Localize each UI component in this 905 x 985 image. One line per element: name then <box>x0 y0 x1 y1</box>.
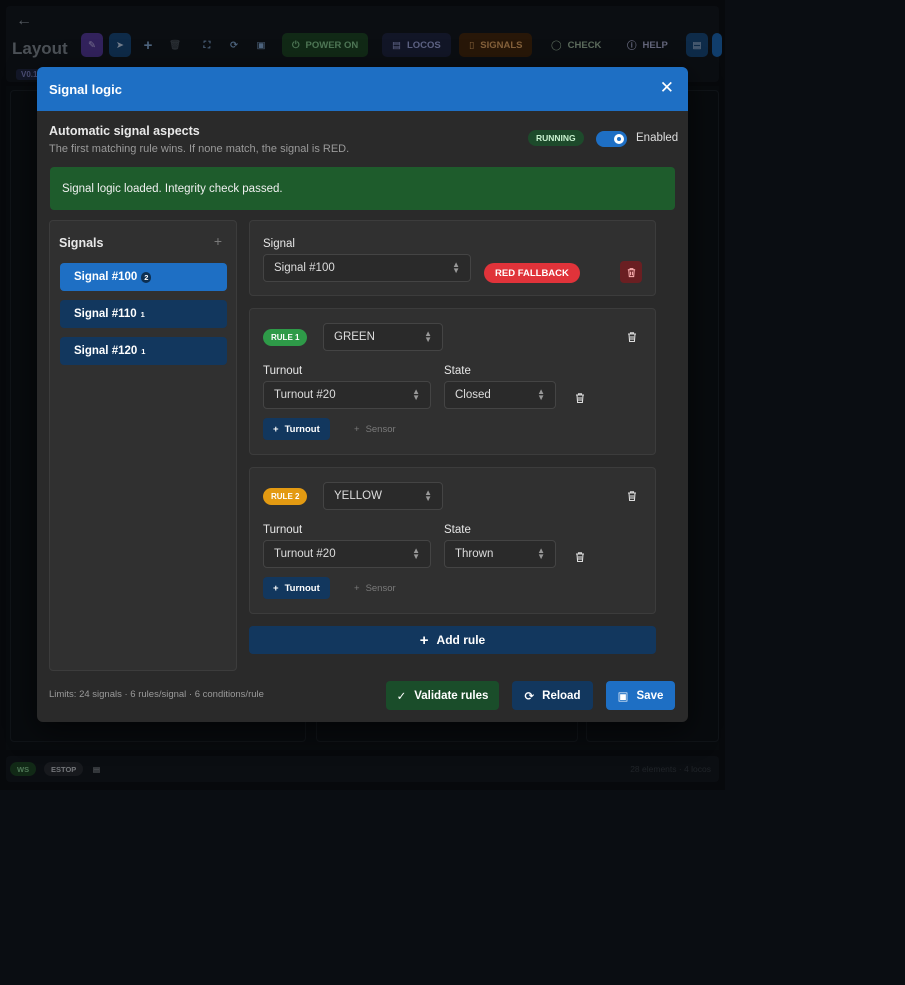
chevron-updown-icon: ▲ ▼ <box>424 329 432 344</box>
trash-icon <box>627 267 635 277</box>
state-select[interactable]: Closed ▲ ▼ <box>444 381 556 409</box>
dialog-title: Signal logic <box>49 81 122 97</box>
rule-count-badge: 2 <box>141 271 152 283</box>
rule-card-1: RULE 1 GREEN ▲ ▼ Turnout State Turnout #2… <box>249 308 656 455</box>
plus-icon: + <box>419 631 429 649</box>
chevron-updown-icon: ▲ ▼ <box>412 387 420 402</box>
close-icon[interactable]: ✕ <box>660 79 674 96</box>
running-badge: RUNNING <box>528 130 584 146</box>
rule-count-badge: 1 <box>140 309 145 319</box>
add-turnout-button[interactable]: + Turnout <box>263 418 330 440</box>
turnout-label: Turnout <box>263 524 303 536</box>
success-alert: Signal logic loaded. Integrity check pas… <box>50 167 675 210</box>
plus-icon: + <box>273 582 279 594</box>
turnout-label: Turnout <box>263 365 303 377</box>
enabled-label: Enabled <box>636 132 679 144</box>
turnout-select[interactable]: Turnout #20 ▲ ▼ <box>263 381 431 409</box>
add-signal-icon[interactable]: + <box>214 233 222 249</box>
state-select[interactable]: Thrown ▲ ▼ <box>444 540 556 568</box>
plus-icon: + <box>354 423 360 435</box>
delete-condition-icon[interactable] <box>574 551 586 563</box>
chevron-updown-icon: ▲ ▼ <box>452 260 460 275</box>
save-icon: ▣ <box>617 690 629 703</box>
delete-rule-icon[interactable] <box>626 490 638 502</box>
enabled-toggle[interactable] <box>596 131 627 147</box>
chevron-updown-icon: ▲ ▼ <box>537 387 545 402</box>
chevron-updown-icon: ▲ ▼ <box>412 546 420 561</box>
section-description: The first matching rule wins. If none ma… <box>49 143 350 155</box>
validate-rules-button[interactable]: ✓ Validate rules <box>386 681 499 710</box>
save-button[interactable]: ▣ Save <box>606 681 675 710</box>
rule-card-2: RULE 2 YELLOW ▲ ▼ Turnout State Turnout #… <box>249 467 656 614</box>
plus-icon: + <box>354 582 360 594</box>
add-turnout-button[interactable]: + Turnout <box>263 577 330 599</box>
add-rule-button[interactable]: + Add rule <box>249 626 656 654</box>
aspect-select[interactable]: GREEN ▲ ▼ <box>323 323 443 351</box>
delete-condition-icon[interactable] <box>574 392 586 404</box>
signal-item-120[interactable]: Signal #120 1 <box>60 337 227 365</box>
plus-icon: + <box>273 423 279 435</box>
signal-item-100[interactable]: Signal #100 2 <box>60 263 227 291</box>
signals-list-panel: Signals + Signal #100 2 Signal #110 1 Sign… <box>49 220 237 671</box>
red-fallback-badge: RED FALLBACK <box>484 263 580 283</box>
delete-signal-button[interactable] <box>620 261 642 283</box>
rule-badge: RULE 1 <box>263 329 308 346</box>
chevron-updown-icon: ▲ ▼ <box>424 488 432 503</box>
dialog-header: Signal logic ✕ <box>37 67 688 111</box>
signal-label: Signal <box>263 238 295 250</box>
signal-item-110[interactable]: Signal #110 1 <box>60 300 227 328</box>
add-sensor-button[interactable]: + Sensor <box>344 418 406 440</box>
limits-text: Limits: 24 signals · 6 rules/signal · 6 … <box>49 689 264 700</box>
turnout-select[interactable]: Turnout #20 ▲ ▼ <box>263 540 431 568</box>
signal-logic-dialog: Signal logic ✕ Automatic signal aspects … <box>37 67 688 722</box>
rule-count-badge: 1 <box>141 346 146 356</box>
chevron-updown-icon: ▲ ▼ <box>537 546 545 561</box>
rule-badge: RULE 2 <box>263 488 308 505</box>
aspect-select[interactable]: YELLOW ▲ ▼ <box>323 482 443 510</box>
state-label: State <box>444 365 471 377</box>
state-label: State <box>444 524 471 536</box>
signal-card: Signal Signal #100 ▲ ▼ RED FALLBACK <box>249 220 656 296</box>
check-icon: ✓ <box>396 690 407 703</box>
signals-title: Signals <box>59 236 104 250</box>
reload-button[interactable]: ⟳ Reload <box>512 681 593 710</box>
section-heading: Automatic signal aspects <box>49 124 200 138</box>
add-sensor-button[interactable]: + Sensor <box>344 577 406 599</box>
refresh-icon: ⟳ <box>524 690 535 703</box>
delete-rule-icon[interactable] <box>626 331 638 343</box>
signal-select[interactable]: Signal #100 ▲ ▼ <box>263 254 471 282</box>
